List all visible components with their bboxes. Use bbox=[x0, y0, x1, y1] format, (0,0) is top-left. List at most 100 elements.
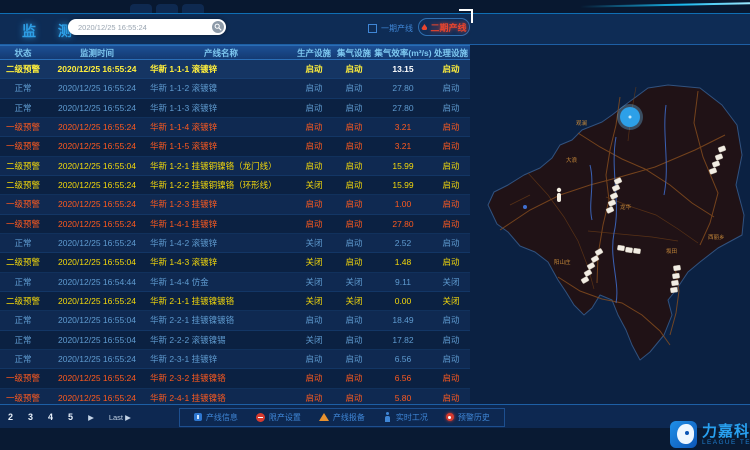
table-row[interactable]: 一级预警2020/12/25 16:55:24华新 1-2-3 挂镀锌启动启动1… bbox=[0, 195, 470, 214]
cell-gas: 启动 bbox=[334, 63, 374, 75]
table-row[interactable]: 一级预警2020/12/25 16:55:24华新 1-1-5 滚镀锌启动启动3… bbox=[0, 137, 470, 156]
cell-prod: 启动 bbox=[294, 198, 334, 210]
table-row[interactable]: 正常2020/12/25 16:55:04华新 2-2-2 滚镀镍锡关闭启动17… bbox=[0, 331, 470, 350]
cell-eff: 2.52 bbox=[374, 238, 432, 248]
legend-label: 预警历史 bbox=[458, 412, 490, 423]
search-input[interactable] bbox=[68, 23, 212, 32]
cell-eff: 17.82 bbox=[374, 335, 432, 345]
cell-prod: 启动 bbox=[294, 314, 334, 326]
site-marker[interactable] bbox=[673, 265, 681, 271]
table-row[interactable]: 正常2020/12/25 16:55:24华新 1-1-2 滚镀镍启动启动27.… bbox=[0, 79, 470, 98]
cell-time: 2020/12/25 16:55:24 bbox=[46, 83, 148, 93]
cell-treat: 关闭 bbox=[432, 276, 470, 288]
table-row[interactable]: 一级预警2020/12/25 16:55:24华新 1-4-1 挂镀锌启动启动2… bbox=[0, 215, 470, 234]
table-row[interactable]: 一级预警2020/12/25 16:55:24华新 1-1-4 滚镀锌启动启动3… bbox=[0, 118, 470, 137]
map-panel[interactable]: 观澜大浪龙华坂田西丽乡阳山庄 bbox=[470, 45, 750, 404]
next-page-button[interactable]: ▶ bbox=[88, 413, 94, 422]
site-marker[interactable] bbox=[671, 280, 679, 286]
worker-icon bbox=[383, 412, 392, 422]
cell-status: 正常 bbox=[0, 314, 46, 326]
table-row[interactable]: 二级预警2020/12/25 16:55:04华新 1-2-1 挂镀铜镍铬（龙门… bbox=[0, 157, 470, 176]
table-row[interactable]: 二级预警2020/12/25 16:55:04华新 1-4-3 滚镀锌关闭启动1… bbox=[0, 253, 470, 272]
site-marker[interactable] bbox=[670, 287, 678, 293]
cell-status: 一级预警 bbox=[0, 140, 46, 152]
cell-gas: 启动 bbox=[334, 82, 374, 94]
cell-status: 二级预警 bbox=[0, 179, 46, 191]
cell-name: 华新 2-1-1 挂镀镍镀铬 bbox=[148, 295, 294, 307]
legend-item[interactable]: 限产设置 bbox=[256, 412, 301, 423]
phase1-checkbox[interactable]: 一期产线 bbox=[368, 23, 413, 34]
table-row[interactable]: 正常2020/12/25 16:54:44华新 1-4-4 仿金关闭关闭9.11… bbox=[0, 273, 470, 292]
checkbox-icon[interactable] bbox=[368, 24, 377, 33]
cell-eff: 13.15 bbox=[374, 64, 432, 74]
cell-prod: 启动 bbox=[294, 353, 334, 365]
brand-logo: 力嘉科技 LEAGUE TECH bbox=[670, 421, 750, 448]
cell-prod: 启动 bbox=[294, 121, 334, 133]
cell-name: 华新 2-4-1 挂镀镍铬 bbox=[148, 392, 294, 404]
map-place-label: 大浪 bbox=[566, 156, 578, 164]
cell-prod: 启动 bbox=[294, 160, 334, 172]
cell-prod: 关闭 bbox=[294, 295, 334, 307]
table-row[interactable]: 正常2020/12/25 16:55:24华新 1-4-2 滚镀锌关闭启动2.5… bbox=[0, 234, 470, 253]
table-row[interactable]: 二级预警2020/12/25 16:55:24华新 1-1-1 滚镀锌启动启动1… bbox=[0, 60, 470, 79]
column-header: 集气效率(m³/s) bbox=[374, 47, 432, 59]
district-map[interactable]: 观澜大浪龙华坂田西丽乡阳山庄 bbox=[470, 45, 750, 404]
search-box[interactable] bbox=[68, 19, 226, 35]
cell-treat: 关闭 bbox=[432, 295, 470, 307]
cell-treat: 启动 bbox=[432, 63, 470, 75]
legend-item[interactable]: 预警历史 bbox=[446, 412, 490, 423]
table-row[interactable]: 正常2020/12/25 16:55:04华新 2-2-1 挂镀镍镀铬启动启动1… bbox=[0, 311, 470, 330]
cluster-marker[interactable] bbox=[617, 104, 643, 130]
cell-prod: 关闭 bbox=[294, 276, 334, 288]
table-row[interactable]: 正常2020/12/25 16:55:24华新 2-3-1 挂镀锌启动启动6.5… bbox=[0, 350, 470, 369]
site-marker[interactable] bbox=[672, 273, 680, 279]
brand-subtitle: LEAGUE TECH bbox=[702, 439, 750, 446]
cell-prod: 关闭 bbox=[294, 237, 334, 249]
cell-name: 华新 1-2-3 挂镀锌 bbox=[148, 198, 294, 210]
cell-prod: 关闭 bbox=[294, 256, 334, 268]
cell-treat: 启动 bbox=[432, 256, 470, 268]
cell-status: 一级预警 bbox=[0, 218, 46, 230]
cell-name: 华新 2-2-2 滚镀镍锡 bbox=[148, 334, 294, 346]
page-button[interactable]: 2 bbox=[8, 412, 13, 422]
cell-treat: 启动 bbox=[432, 140, 470, 152]
cell-eff: 1.48 bbox=[374, 257, 432, 267]
column-header: 集气设施 bbox=[334, 47, 374, 59]
phase2-alert-icon bbox=[421, 24, 427, 30]
legend-item[interactable]: 产线信息 bbox=[194, 412, 238, 423]
site-marker[interactable] bbox=[633, 248, 641, 254]
footer-strip: 力嘉科技 LEAGUE TECH bbox=[0, 428, 750, 450]
corner-bracket bbox=[459, 9, 473, 23]
cell-eff: 27.80 bbox=[374, 83, 432, 93]
cell-time: 2020/12/25 16:55:04 bbox=[46, 335, 148, 345]
table-row[interactable]: 正常2020/12/25 16:55:24华新 1-1-3 滚镀锌启动启动27.… bbox=[0, 99, 470, 118]
cell-name: 华新 1-1-2 滚镀镍 bbox=[148, 82, 294, 94]
report-triangle-icon bbox=[319, 413, 329, 421]
legend-item[interactable]: 产线报备 bbox=[319, 412, 365, 423]
table-row[interactable]: 一级预警2020/12/25 16:55:24华新 2-3-2 挂镀镍铬启动启动… bbox=[0, 369, 470, 388]
person-marker[interactable] bbox=[557, 188, 561, 202]
pagination: 2 3 4 5 ▶ Last ▶ bbox=[8, 412, 131, 422]
cell-eff: 15.99 bbox=[374, 180, 432, 190]
site-marker[interactable] bbox=[625, 247, 633, 253]
legend-bar: 产线信息 限产设置 产线报备 实时工况 预警历史 bbox=[179, 408, 505, 427]
cell-treat: 启动 bbox=[432, 198, 470, 210]
cell-time: 2020/12/25 16:55:24 bbox=[46, 373, 148, 383]
cell-eff: 9.11 bbox=[374, 277, 432, 287]
map-place-label: 西丽乡 bbox=[708, 234, 725, 241]
page-button[interactable]: 3 bbox=[28, 412, 33, 422]
page-button[interactable]: 4 bbox=[48, 412, 53, 422]
cell-gas: 启动 bbox=[334, 314, 374, 326]
cell-time: 2020/12/25 16:55:24 bbox=[46, 64, 148, 74]
legend-label: 产线信息 bbox=[206, 412, 238, 423]
site-marker[interactable] bbox=[617, 245, 625, 251]
info-icon bbox=[194, 413, 202, 421]
cell-treat: 启动 bbox=[432, 102, 470, 114]
legend-item[interactable]: 实时工况 bbox=[383, 412, 428, 423]
table-row[interactable]: 二级预警2020/12/25 16:55:24华新 2-1-1 挂镀镍镀铬关闭关… bbox=[0, 292, 470, 311]
table-row[interactable]: 二级预警2020/12/25 16:55:24华新 1-2-2 挂镀铜镍铬（环形… bbox=[0, 176, 470, 195]
search-icon[interactable] bbox=[212, 21, 224, 33]
page-button[interactable]: 5 bbox=[68, 412, 73, 422]
cell-status: 正常 bbox=[0, 82, 46, 94]
last-page-button[interactable]: Last ▶ bbox=[109, 413, 131, 422]
